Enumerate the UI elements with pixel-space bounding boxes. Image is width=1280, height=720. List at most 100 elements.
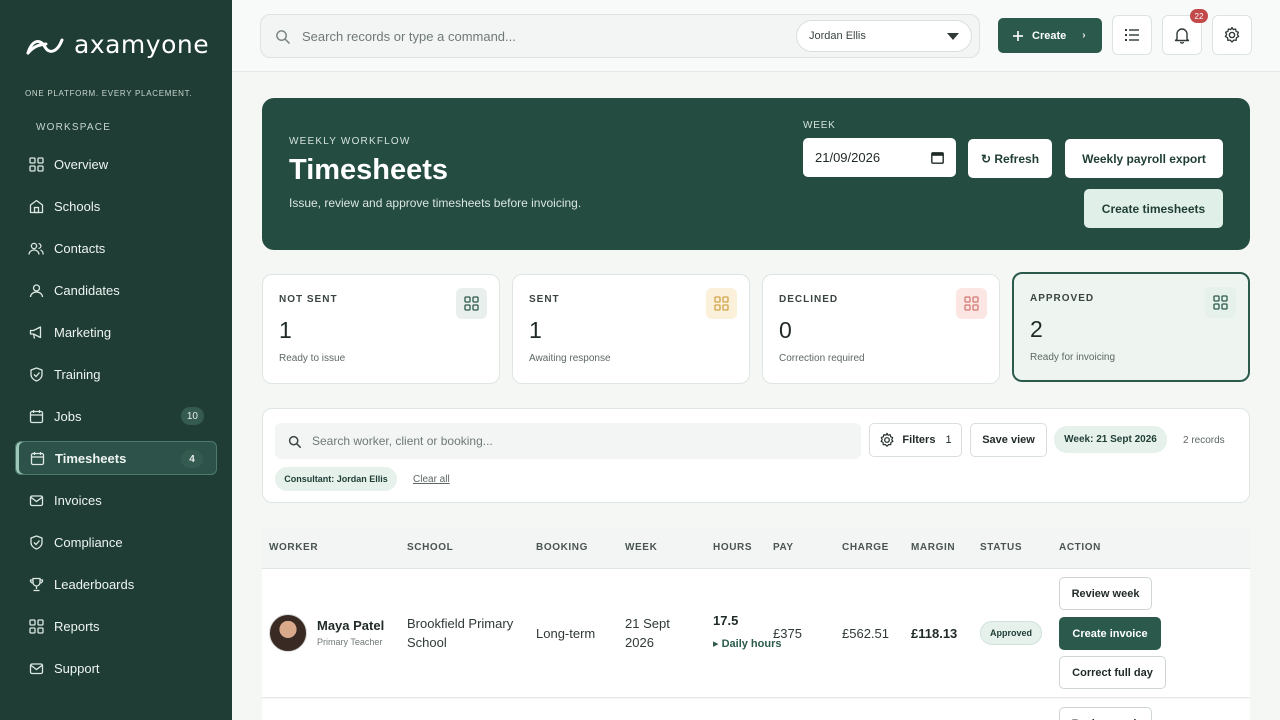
sidebar-item-label: Support xyxy=(54,660,100,676)
sidebar-item-support[interactable]: Support xyxy=(15,651,217,685)
mail-icon xyxy=(28,492,44,508)
column-header-status[interactable]: STATUS xyxy=(980,542,1022,553)
create-button[interactable]: Create › xyxy=(998,18,1102,53)
sidebar-item-reports[interactable]: Reports xyxy=(15,609,217,643)
column-header-charge[interactable]: CHARGE xyxy=(842,542,889,553)
page-subtitle: Issue, review and approve timesheets bef… xyxy=(289,196,582,210)
sidebar-item-overview[interactable]: Overview xyxy=(15,147,217,181)
records-count: 2 records xyxy=(1183,435,1225,446)
table-row[interactable]: Maya Patel Primary Teacher Brookfield Pr… xyxy=(262,569,1250,698)
grid-icon xyxy=(28,618,44,634)
create-invoice-button[interactable]: Create invoice xyxy=(1059,617,1161,650)
create-timesheets-button[interactable]: Create timesheets xyxy=(1084,189,1223,228)
timesheets-table: WORKER SCHOOL BOOKING WEEK HOURS PAY CHARGE MAR… xyxy=(262,528,1250,720)
stat-label: DECLINED xyxy=(779,294,839,305)
sidebar-item-candidates[interactable]: Candidates xyxy=(15,273,217,307)
list-view-button[interactable] xyxy=(1112,15,1152,55)
brand-mark-icon xyxy=(26,38,64,54)
week-cell: 21 Sept 2026 xyxy=(625,614,670,652)
grid-icon xyxy=(456,288,487,319)
weekly-payroll-export-button[interactable]: Weekly payroll export xyxy=(1065,139,1223,178)
notifications-button[interactable]: 22 xyxy=(1162,9,1208,55)
stat-value: 0 xyxy=(779,317,792,343)
stat-card-not-sent[interactable]: NOT SENT 1 Ready to issue xyxy=(262,274,500,384)
sidebar-item-contacts[interactable]: Contacts xyxy=(15,231,217,265)
sidebar-item-label: Schools xyxy=(54,198,101,214)
sidebar-item-label: Candidates xyxy=(54,282,120,298)
chevron-right-icon: › xyxy=(1082,30,1086,41)
column-header-action[interactable]: ACTION xyxy=(1059,542,1101,553)
bell-icon xyxy=(1174,27,1190,44)
stat-label: NOT SENT xyxy=(279,294,338,305)
sidebar-item-jobs[interactable]: Jobs 10 xyxy=(15,399,217,433)
consultant-select-value: Jordan Ellis xyxy=(809,30,866,42)
stat-card-sent[interactable]: SENT 1 Awaiting response xyxy=(512,274,750,384)
sidebar-item-marketing[interactable]: Marketing xyxy=(15,315,217,349)
worker-search-input[interactable] xyxy=(312,434,812,448)
gear-icon xyxy=(1223,26,1241,44)
week-filter-chip[interactable]: Week: 21 Sept 2026 xyxy=(1054,426,1167,453)
global-search-input[interactable] xyxy=(302,28,772,44)
column-header-hours[interactable]: HOURS xyxy=(713,542,752,553)
sidebar-item-leaderboards[interactable]: Leaderboards xyxy=(15,567,217,601)
brand-name: axamyone xyxy=(74,30,210,59)
week-line-1: 21 Sept xyxy=(625,616,670,631)
stat-value: 1 xyxy=(529,317,542,343)
stat-label: SENT xyxy=(529,294,560,305)
global-search[interactable]: Jordan Ellis xyxy=(260,14,980,58)
week-line-2: 2026 xyxy=(625,635,654,650)
column-header-margin[interactable]: MARGIN xyxy=(911,542,955,553)
sidebar-item-label: Contacts xyxy=(54,240,106,256)
review-week-button[interactable]: Review week xyxy=(1059,707,1152,720)
consultant-select[interactable]: Jordan Ellis xyxy=(796,20,972,52)
sidebar-item-timesheets[interactable]: Timesheets 4 xyxy=(15,441,217,475)
hours-value: 17.5 xyxy=(713,613,739,628)
filters-label: Filters xyxy=(902,434,936,446)
worker-role: Primary Teacher xyxy=(317,637,383,647)
settings-button[interactable] xyxy=(1212,15,1252,55)
school-line-1: Brookfield Primary xyxy=(407,616,514,631)
sidebar-item-compliance[interactable]: Compliance xyxy=(15,525,217,559)
refresh-button[interactable]: ↻ Refresh xyxy=(968,139,1052,178)
table-row[interactable]: Review week xyxy=(262,699,1250,720)
week-label: WEEK xyxy=(803,120,836,131)
column-header-school[interactable]: SCHOOL xyxy=(407,542,453,553)
consultant-filter-chip[interactable]: Consultant: Jordan Ellis xyxy=(275,467,397,491)
correct-full-day-button[interactable]: Correct full day xyxy=(1059,656,1166,689)
margin-cell: £118.13 xyxy=(911,626,958,641)
worker-search[interactable] xyxy=(275,423,861,459)
daily-hours-toggle[interactable]: ▸ Daily hours xyxy=(713,637,781,650)
megaphone-icon xyxy=(28,324,44,340)
column-header-booking[interactable]: BOOKING xyxy=(536,542,588,553)
column-header-worker[interactable]: WORKER xyxy=(269,542,318,553)
page-title: Timesheets xyxy=(289,154,449,186)
sidebar-item-label: Compliance xyxy=(54,534,123,550)
column-header-pay[interactable]: PAY xyxy=(773,542,794,553)
save-view-button[interactable]: Save view xyxy=(970,423,1047,457)
sidebar-item-label: Reports xyxy=(54,618,100,634)
sidebar-item-schools[interactable]: Schools xyxy=(15,189,217,223)
school-cell: Brookfield Primary School xyxy=(407,614,513,652)
worker-name[interactable]: Maya Patel xyxy=(317,618,384,633)
filters-count: 1 xyxy=(945,434,952,446)
stat-card-approved[interactable]: APPROVED 2 Ready for invoicing xyxy=(1012,272,1250,382)
clear-all-link[interactable]: Clear all xyxy=(413,474,450,485)
sidebar-item-label: Invoices xyxy=(54,492,102,508)
school-line-2: School xyxy=(407,635,447,650)
calendar-icon[interactable] xyxy=(931,151,944,164)
review-week-button[interactable]: Review week xyxy=(1059,577,1152,610)
avatar xyxy=(269,614,307,652)
brand-logo[interactable]: axamyone xyxy=(26,30,209,59)
sidebar-item-invoices[interactable]: Invoices xyxy=(15,483,217,517)
column-header-week[interactable]: WEEK xyxy=(625,542,657,553)
sidebar-section-label: WORKSPACE xyxy=(36,122,112,133)
create-button-label: Create xyxy=(1032,29,1067,42)
filters-button[interactable]: Filters 1 xyxy=(869,423,962,457)
list-icon xyxy=(1124,28,1140,42)
sidebar-item-training[interactable]: Training xyxy=(15,357,217,391)
gear-icon xyxy=(879,432,895,448)
sidebar-item-label: Marketing xyxy=(54,324,112,340)
stat-card-declined[interactable]: DECLINED 0 Correction required xyxy=(762,274,1000,384)
sidebar-item-label: Training xyxy=(54,366,101,382)
week-date-input[interactable]: 21/09/2026 xyxy=(803,138,956,177)
